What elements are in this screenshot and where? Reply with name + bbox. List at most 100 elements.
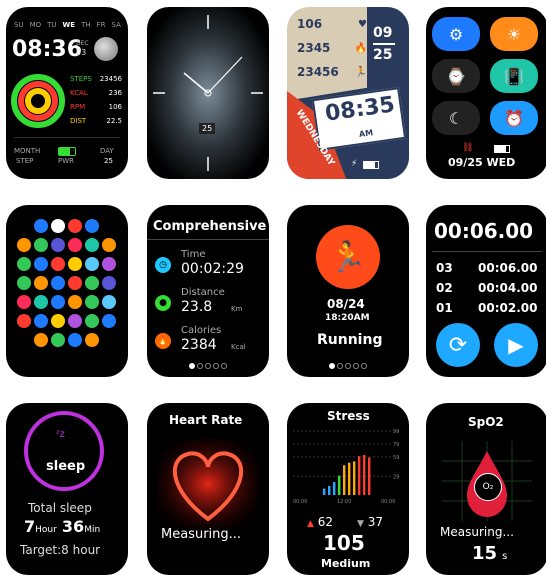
lap-number: 03 [436, 261, 453, 275]
page-dots [328, 363, 368, 369]
app-icon[interactable] [102, 238, 116, 252]
app-icon[interactable] [68, 257, 82, 271]
run-icon[interactable]: 🏃 [316, 225, 380, 289]
app-grid[interactable] [6, 205, 128, 377]
app-icon[interactable] [51, 276, 65, 290]
bolt-icon: ⚡ [351, 159, 358, 169]
app-icon[interactable] [34, 219, 48, 233]
app-icon[interactable] [85, 257, 99, 271]
workout-running[interactable]: 🏃 08/24 18:20AM Running [287, 205, 409, 377]
month-value: 09 [373, 25, 393, 41]
app-icon[interactable] [85, 314, 99, 328]
stat-row: RPM 106 [70, 103, 122, 111]
app-icon[interactable] [34, 314, 48, 328]
x-tick-label: 12:00 [337, 499, 351, 505]
app-icon[interactable] [34, 333, 48, 347]
location-icon: ● [155, 295, 171, 311]
app-icon[interactable] [51, 333, 65, 347]
stat-label: KCAL [70, 89, 88, 97]
weekday-sa: SA [111, 21, 121, 29]
lap-number: 01 [436, 301, 453, 315]
app-icon[interactable] [85, 295, 99, 309]
workout-summary[interactable]: Comprehensive ◷ Time 00:02:29 ● Distance 23.8… [147, 205, 269, 377]
app-icon[interactable] [68, 333, 82, 347]
app-icon[interactable] [85, 333, 99, 347]
minute-hand [207, 56, 243, 94]
app-icon[interactable] [34, 238, 48, 252]
heart-rate-screen[interactable]: Heart Rate Measuring... [147, 403, 269, 575]
stat-label: RPM [70, 103, 86, 111]
app-icon[interactable] [102, 276, 116, 290]
app-icon[interactable] [85, 276, 99, 290]
gear-icon: ⚙ [448, 24, 464, 44]
app-icon[interactable] [17, 238, 31, 252]
footer-day-value: 25 [104, 157, 113, 165]
brightness-icon: ☀ [506, 24, 522, 44]
gear-toggle[interactable]: ⚙ [432, 17, 480, 51]
stress-bar [343, 465, 346, 495]
moon-toggle[interactable]: ☾ [432, 101, 480, 135]
app-icon[interactable] [85, 219, 99, 233]
measuring-status: Measuring... [161, 527, 242, 542]
page-title: SpO2 [468, 415, 504, 429]
watch-face-retro[interactable]: 106 ♥ 2345 🔥 23456 🏃 09 25 08:35 AM WEDNESDAY… [287, 7, 409, 179]
hour-hand [183, 72, 209, 94]
stat-list: STEPS 23456 KCAL 236 RPM 106 DIST 22.5 [70, 75, 122, 131]
stat-label: STEPS [70, 75, 92, 83]
start-button[interactable]: ▶ [494, 323, 538, 367]
app-icon[interactable] [17, 257, 31, 271]
weekday-fr: FR [96, 21, 106, 29]
y-tick-label: 59 [393, 455, 399, 461]
app-icon[interactable] [34, 257, 48, 271]
weekday-tu: TU [47, 21, 57, 29]
alarm-icon: ⏰ [504, 108, 524, 128]
brightness-toggle[interactable]: ☀ [490, 17, 538, 51]
watch-face-activity[interactable]: SU MO TU WE TH FR SA 08:36 DEC 03 STEPS 23456 KC… [6, 7, 128, 179]
workout-date: 08/24 [327, 297, 365, 311]
sleep-duration: 7Hour 36Min [24, 517, 101, 536]
app-icon[interactable] [102, 314, 116, 328]
stopwatch[interactable]: 00:06.00 03 00:06.00 02 00:04.00 01 00:02.00 … [426, 205, 546, 377]
app-icon[interactable] [102, 295, 116, 309]
reset-button[interactable]: ⟳ [436, 323, 480, 367]
workout-time: 18:20AM [325, 313, 370, 323]
flame-icon: 🔥 [155, 333, 171, 349]
app-icon[interactable] [68, 295, 82, 309]
row-label: Calories [181, 325, 222, 336]
sleep-screen[interactable]: ᶻz sleep Total sleep 7Hour 36Min Target:… [6, 403, 128, 575]
app-icon[interactable] [68, 314, 82, 328]
app-icon[interactable] [17, 295, 31, 309]
app-icon[interactable] [68, 238, 82, 252]
stress-screen[interactable]: Stress 99 79 59 29 00:00 12:00 00:00 ▲ 62 ▼ 37… [287, 403, 409, 575]
watch-face-analog[interactable]: 25 [147, 7, 269, 179]
battery-icon [363, 161, 379, 169]
app-icon[interactable] [68, 219, 82, 233]
app-icon[interactable] [51, 238, 65, 252]
stress-bar [338, 475, 341, 495]
app-icon[interactable] [51, 219, 65, 233]
weekday-th: TH [81, 21, 91, 29]
app-icon[interactable] [34, 295, 48, 309]
app-icon[interactable] [68, 276, 82, 290]
watch-toggle[interactable]: ⌚ [432, 59, 480, 93]
time-display: 08:36 [12, 37, 83, 62]
high-value: ▲ 62 [307, 515, 334, 529]
app-icon[interactable] [17, 314, 31, 328]
sleep-ring [24, 411, 104, 491]
stress-chart: 99 79 59 29 00:00 12:00 00:00 [293, 429, 399, 505]
app-icon[interactable] [51, 295, 65, 309]
app-icon[interactable] [34, 276, 48, 290]
alarm-toggle[interactable]: ⏰ [490, 101, 538, 135]
app-icon[interactable] [51, 257, 65, 271]
page-title: Stress [327, 409, 370, 423]
vibrate-toggle[interactable]: 📳 [490, 59, 538, 93]
app-icon[interactable] [51, 314, 65, 328]
app-icon[interactable] [85, 238, 99, 252]
y-tick-label: 99 [393, 429, 399, 435]
heart-icon [158, 439, 258, 529]
app-icon[interactable] [102, 257, 116, 271]
app-icon[interactable] [17, 276, 31, 290]
spo2-screen[interactable]: SpO2 O₂ Measuring... 15 s [426, 403, 546, 575]
stress-level: Medium [321, 557, 371, 570]
control-center[interactable]: ⚙ ☀ ⌚ 📳 ☾ ⏰ ⛓ 09/25 WED [426, 7, 546, 179]
